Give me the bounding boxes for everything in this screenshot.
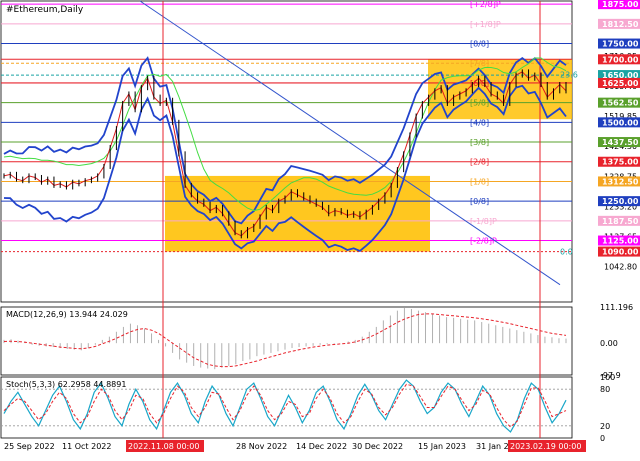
x-tick-label: 15 Jan 2023 [418, 442, 466, 451]
price-label: 1187.50 [602, 217, 639, 226]
x-tick-label: 25 Sep 2022 [4, 442, 55, 451]
fib-label: 23.6 [560, 70, 578, 79]
price-label: 1500.00 [602, 118, 639, 127]
murrey-level-label: [+2/8]P [470, 0, 501, 9]
stoch-y-tick: 0 [600, 434, 605, 443]
stoch-y-tick: 80 [600, 385, 610, 394]
chart-title: #Ethereum,Daily [6, 5, 84, 15]
price-label: 1437.50 [602, 138, 639, 147]
price-label: 1750.00 [602, 40, 639, 49]
murrey-level-label: [4/8] [470, 118, 489, 127]
price-label: 1625.00 [602, 79, 639, 88]
price-label: 1375.00 [602, 158, 639, 167]
price-label: 1090.00 [602, 248, 639, 257]
macd-y-tick: 111.196 [600, 303, 633, 312]
price-label: 1700.00 [602, 55, 639, 64]
x-tick-label: 2022.11.08 00:00 [128, 442, 199, 451]
price-label: 1875.00 [602, 0, 639, 9]
x-tick-label: 30 Dec 2022 [352, 442, 403, 451]
fib-label: 0.0 [560, 248, 573, 257]
murrey-level-label: [+1/8]P [470, 20, 501, 29]
price-label: 1125.00 [602, 237, 639, 246]
price-label: 1562.50 [602, 99, 639, 108]
x-tick-label: 28 Nov 2022 [236, 442, 287, 451]
x-tick-label: 2023.02.19 00:00 [510, 442, 581, 451]
stoch-title: Stoch(5,3,3) 62.2958 44.8891 [6, 380, 126, 389]
stoch-y-tick: 20 [600, 422, 610, 431]
chart-canvas: [+2/8]P[+1/8]P[8/8][7/8][6/8][5/8][4/8][… [0, 0, 640, 452]
stoch-y-tick: 100 [600, 373, 615, 382]
price-label: 1812.50 [602, 20, 639, 29]
x-tick-label: 14 Dec 2022 [296, 442, 347, 451]
murrey-level-label: [1/8] [470, 177, 489, 186]
murrey-level-label: [-2/8]P [470, 237, 497, 246]
murrey-level-label: [-1/8]P [470, 217, 497, 226]
murrey-level-label: [0/8] [470, 197, 489, 206]
y-tick-label: 1042.80 [604, 262, 637, 271]
murrey-level-label: [2/8] [470, 158, 489, 167]
murrey-level-label: [7/8] [470, 59, 489, 68]
price-label: 1312.50 [602, 177, 639, 186]
macd-y-tick: 0.00 [600, 339, 618, 348]
murrey-level-label: [5/8] [470, 99, 489, 108]
x-tick-label: 11 Oct 2022 [62, 442, 111, 451]
macd-title: MACD(12,26,9) 13.944 24.029 [6, 310, 128, 319]
price-label: 1250.00 [602, 197, 639, 206]
murrey-level-label: [3/8] [470, 138, 489, 147]
murrey-level-label: [8/8] [470, 40, 489, 49]
trading-chart[interactable]: [+2/8]P [+1/8]P [8/8] [7/8] [6/8] [5/8] [4/8][… [0, 0, 640, 457]
